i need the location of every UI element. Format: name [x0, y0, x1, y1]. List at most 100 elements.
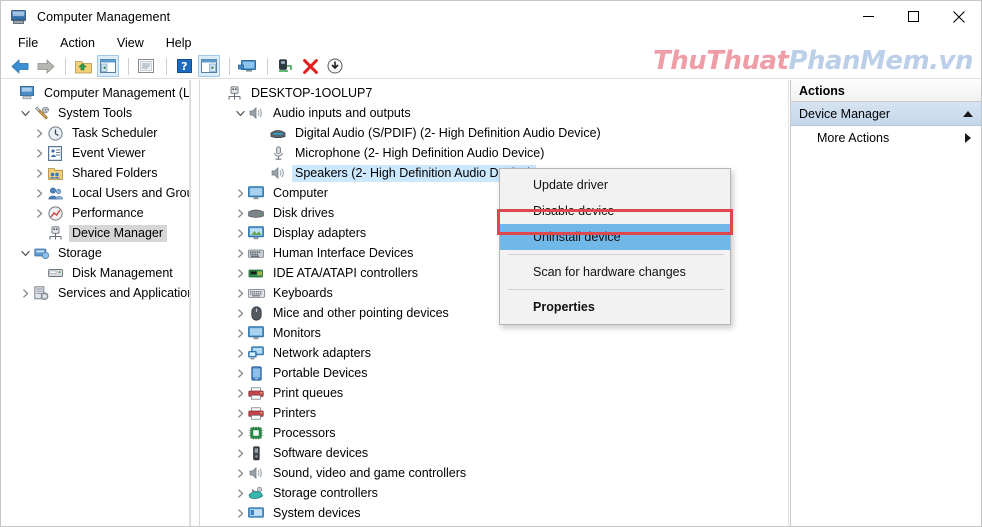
show-hide-tree-icon[interactable]: [97, 55, 119, 77]
tree-item[interactable]: Printers: [201, 403, 788, 423]
chevron-right-icon[interactable]: [233, 523, 247, 526]
tree-item[interactable]: Print queues: [201, 383, 788, 403]
ide-controller-icon: [247, 264, 265, 282]
context-menu-item-label: Scan for hardware changes: [533, 265, 686, 279]
connect-computer-icon[interactable]: [236, 55, 258, 77]
chevron-right-icon[interactable]: [233, 203, 247, 223]
chevron-right-icon[interactable]: [233, 383, 247, 403]
tree-item-label-wrap: Shared Folders: [69, 165, 161, 182]
menu-file[interactable]: File: [7, 34, 49, 52]
chevron-right-icon[interactable]: [233, 443, 247, 463]
context-menu-item-update-driver[interactable]: Update driver: [500, 172, 730, 198]
tree-item-label: Computer: [273, 185, 328, 200]
tree-item[interactable]: Disk Management: [2, 263, 189, 283]
tree-item[interactable]: Portable Devices: [201, 363, 788, 383]
chevron-right-icon[interactable]: [233, 283, 247, 303]
chevron-right-icon[interactable]: [233, 423, 247, 443]
tree-item[interactable]: Task Scheduler: [2, 123, 189, 143]
chevron-right-icon[interactable]: [233, 403, 247, 423]
update-driver-icon[interactable]: [274, 55, 296, 77]
chevron-right-icon[interactable]: [233, 463, 247, 483]
back-icon[interactable]: [9, 55, 31, 77]
context-menu-item-properties[interactable]: Properties: [500, 294, 730, 320]
chevron-right-icon[interactable]: [233, 363, 247, 383]
tree-item[interactable]: System Tools: [2, 103, 189, 123]
tree-item[interactable]: Performance: [2, 203, 189, 223]
chevron-right-icon[interactable]: [965, 133, 971, 143]
chevron-right-icon[interactable]: [32, 123, 46, 143]
chevron-right-icon[interactable]: [233, 183, 247, 203]
menu-view[interactable]: View: [106, 34, 155, 52]
chevron-down-icon[interactable]: [18, 103, 32, 123]
tree-item[interactable]: Local Users and Groups: [2, 183, 189, 203]
tree-item[interactable]: Microphone (2- High Definition Audio Dev…: [201, 143, 788, 163]
chevron-right-icon[interactable]: [233, 323, 247, 343]
mouse-icon: [247, 304, 265, 322]
toolbar-separator: [229, 57, 230, 75]
chevron-right-icon[interactable]: [233, 483, 247, 503]
tree-item[interactable]: Software devices: [201, 443, 788, 463]
tree-item[interactable]: Storage controllers: [201, 483, 788, 503]
forward-icon[interactable]: [34, 55, 56, 77]
tree-item[interactable]: Storage: [2, 243, 189, 263]
tree-item[interactable]: Sound, video and game controllers: [201, 463, 788, 483]
chevron-right-icon[interactable]: [233, 243, 247, 263]
tree-item-label-wrap: Processors: [270, 425, 340, 442]
properties-icon[interactable]: [135, 55, 157, 77]
tree-item[interactable]: Event Viewer: [2, 143, 189, 163]
context-menu-item-uninstall-device[interactable]: Uninstall device: [500, 224, 730, 250]
tree-item[interactable]: System devices: [201, 503, 788, 523]
tree-item-label: Storage: [58, 245, 102, 260]
tree-item-label: Portable Devices: [273, 365, 368, 380]
scan-hardware-icon[interactable]: [324, 55, 346, 77]
chevron-right-icon[interactable]: [32, 183, 46, 203]
tree-item[interactable]: Digital Audio (S/PDIF) (2- High Definiti…: [201, 123, 788, 143]
tree-item-label-wrap: Universal Serial Bus controllers: [270, 525, 451, 527]
chevron-up-icon[interactable]: [963, 110, 973, 117]
chevron-right-icon[interactable]: [32, 203, 46, 223]
maximize-button[interactable]: [891, 1, 936, 32]
monitor-icon: [247, 324, 265, 342]
menu-help[interactable]: Help: [155, 34, 203, 52]
chevron-down-icon[interactable]: [233, 103, 247, 123]
tree-item[interactable]: Network adapters: [201, 343, 788, 363]
chevron-right-icon[interactable]: [32, 143, 46, 163]
chevron-right-icon[interactable]: [32, 163, 46, 183]
tree-item[interactable]: Audio inputs and outputs: [201, 103, 788, 123]
chevron-right-icon[interactable]: [233, 223, 247, 243]
tree-item[interactable]: Monitors: [201, 323, 788, 343]
chevron-right-icon[interactable]: [233, 303, 247, 323]
tree-item[interactable]: Universal Serial Bus controllers: [201, 523, 788, 527]
console-tree: Computer Management (Local System Tools Ta…: [2, 80, 189, 303]
chevron-right-icon[interactable]: [233, 503, 247, 523]
tree-item[interactable]: Computer Management (Local: [2, 83, 189, 103]
tree-item-label-wrap: Storage: [55, 245, 106, 262]
menu-action[interactable]: Action: [49, 34, 106, 52]
chevron-right-icon[interactable]: [18, 283, 32, 303]
tree-item[interactable]: Device Manager: [2, 223, 189, 243]
actions-group-device-manager[interactable]: Device Manager: [791, 102, 981, 126]
tree-item[interactable]: Services and Applications: [2, 283, 189, 303]
help-icon[interactable]: ?: [173, 55, 195, 77]
device-context-menu[interactable]: Update driver Disable device Uninstall dev…: [499, 168, 731, 325]
chevron-down-icon[interactable]: [18, 243, 32, 263]
chevron-right-icon[interactable]: [233, 343, 247, 363]
context-menu-item-disable-device[interactable]: Disable device: [500, 198, 730, 224]
up-one-level-icon[interactable]: [72, 55, 94, 77]
tree-item[interactable]: Processors: [201, 423, 788, 443]
tree-item-label-wrap: Network adapters: [270, 345, 375, 362]
tree-item[interactable]: Shared Folders: [2, 163, 189, 183]
actions-more-actions[interactable]: More Actions: [791, 126, 981, 150]
close-button[interactable]: [936, 1, 981, 32]
show-action-pane-icon[interactable]: [198, 55, 220, 77]
context-menu-item-scan-for-hardware-changes[interactable]: Scan for hardware changes: [500, 259, 730, 285]
tree-item-label-wrap: DESKTOP-1OOLUP7: [248, 85, 376, 102]
tree-item-label: Display adapters: [273, 225, 367, 240]
tree-item[interactable]: DESKTOP-1OOLUP7: [201, 83, 788, 103]
minimize-button[interactable]: [846, 1, 891, 32]
pane-splitter-left[interactable]: [190, 80, 200, 526]
uninstall-device-icon[interactable]: [299, 55, 321, 77]
chevron-right-icon[interactable]: [233, 263, 247, 283]
